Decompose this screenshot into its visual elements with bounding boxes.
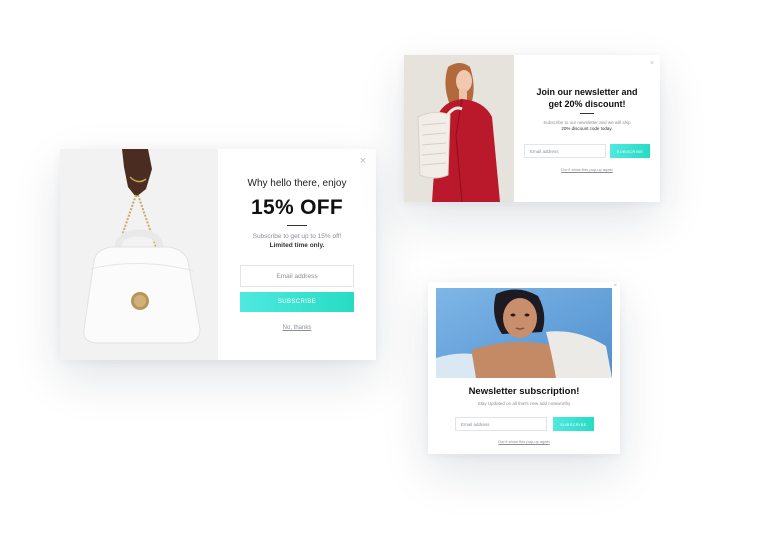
newsletter-discount-content: × Join our newsletter and get 20% discou… xyxy=(514,55,660,202)
subscribe-button[interactable]: SUBSCRIBE xyxy=(553,417,594,431)
discount-popup-content: × Why hello there, enjoy 15% OFF Subscri… xyxy=(218,149,376,360)
popup-headline: Join our newsletter and get 20% discount… xyxy=(514,86,660,110)
popup-subtitle: Subscribe to our newsletter and we will … xyxy=(543,120,631,125)
popup-subtitle-bold: 20% discount code today. xyxy=(561,126,613,131)
headline-line-1: Join our newsletter and xyxy=(536,87,638,97)
popup-headline: Newsletter subscription! xyxy=(468,386,580,397)
dont-show-again-link[interactable]: Don't show this pop-up again xyxy=(428,439,620,444)
newsletter-subscription-popup: × Newsletter subscription! Stay Updated … xyxy=(428,282,620,454)
woman-red-coat-photo xyxy=(404,55,514,202)
divider xyxy=(287,225,307,226)
handbag-photo xyxy=(60,149,218,360)
woman-red-coat-illustration xyxy=(404,55,514,202)
discount-popup: × Why hello there, enjoy 15% OFF Subscri… xyxy=(60,149,376,360)
popup-subtitle-bold: Limited time only. xyxy=(269,242,325,249)
woman-portrait-illustration xyxy=(436,288,612,378)
subscribe-button[interactable]: SUBSCRIBE xyxy=(610,144,650,158)
divider xyxy=(580,113,594,114)
close-icon[interactable]: × xyxy=(360,156,366,167)
email-field[interactable] xyxy=(240,265,354,287)
woman-portrait-photo xyxy=(436,288,612,378)
email-field[interactable] xyxy=(524,144,606,158)
newsletter-discount-popup: × Join our newsletter and get 20% discou… xyxy=(404,55,660,202)
close-icon[interactable]: × xyxy=(613,283,617,289)
popup-eyebrow: Why hello there, enjoy xyxy=(247,178,347,189)
close-icon[interactable]: × xyxy=(650,60,654,67)
dont-show-again-link[interactable]: Don't show this pop-up again xyxy=(514,167,660,172)
headline-line-2: get 20% discount! xyxy=(548,99,626,109)
handbag-illustration xyxy=(60,149,218,360)
no-thanks-link[interactable]: No, thanks xyxy=(218,325,376,331)
popup-subtitle: Subscribe to get up to 15% off! xyxy=(252,233,342,240)
popup-subtitle: Stay Updated on all that's new add notew… xyxy=(477,401,571,406)
subscribe-button[interactable]: SUBSCRIBE xyxy=(240,292,354,312)
popup-headline: 15% OFF xyxy=(251,196,343,219)
email-field[interactable] xyxy=(455,417,547,431)
